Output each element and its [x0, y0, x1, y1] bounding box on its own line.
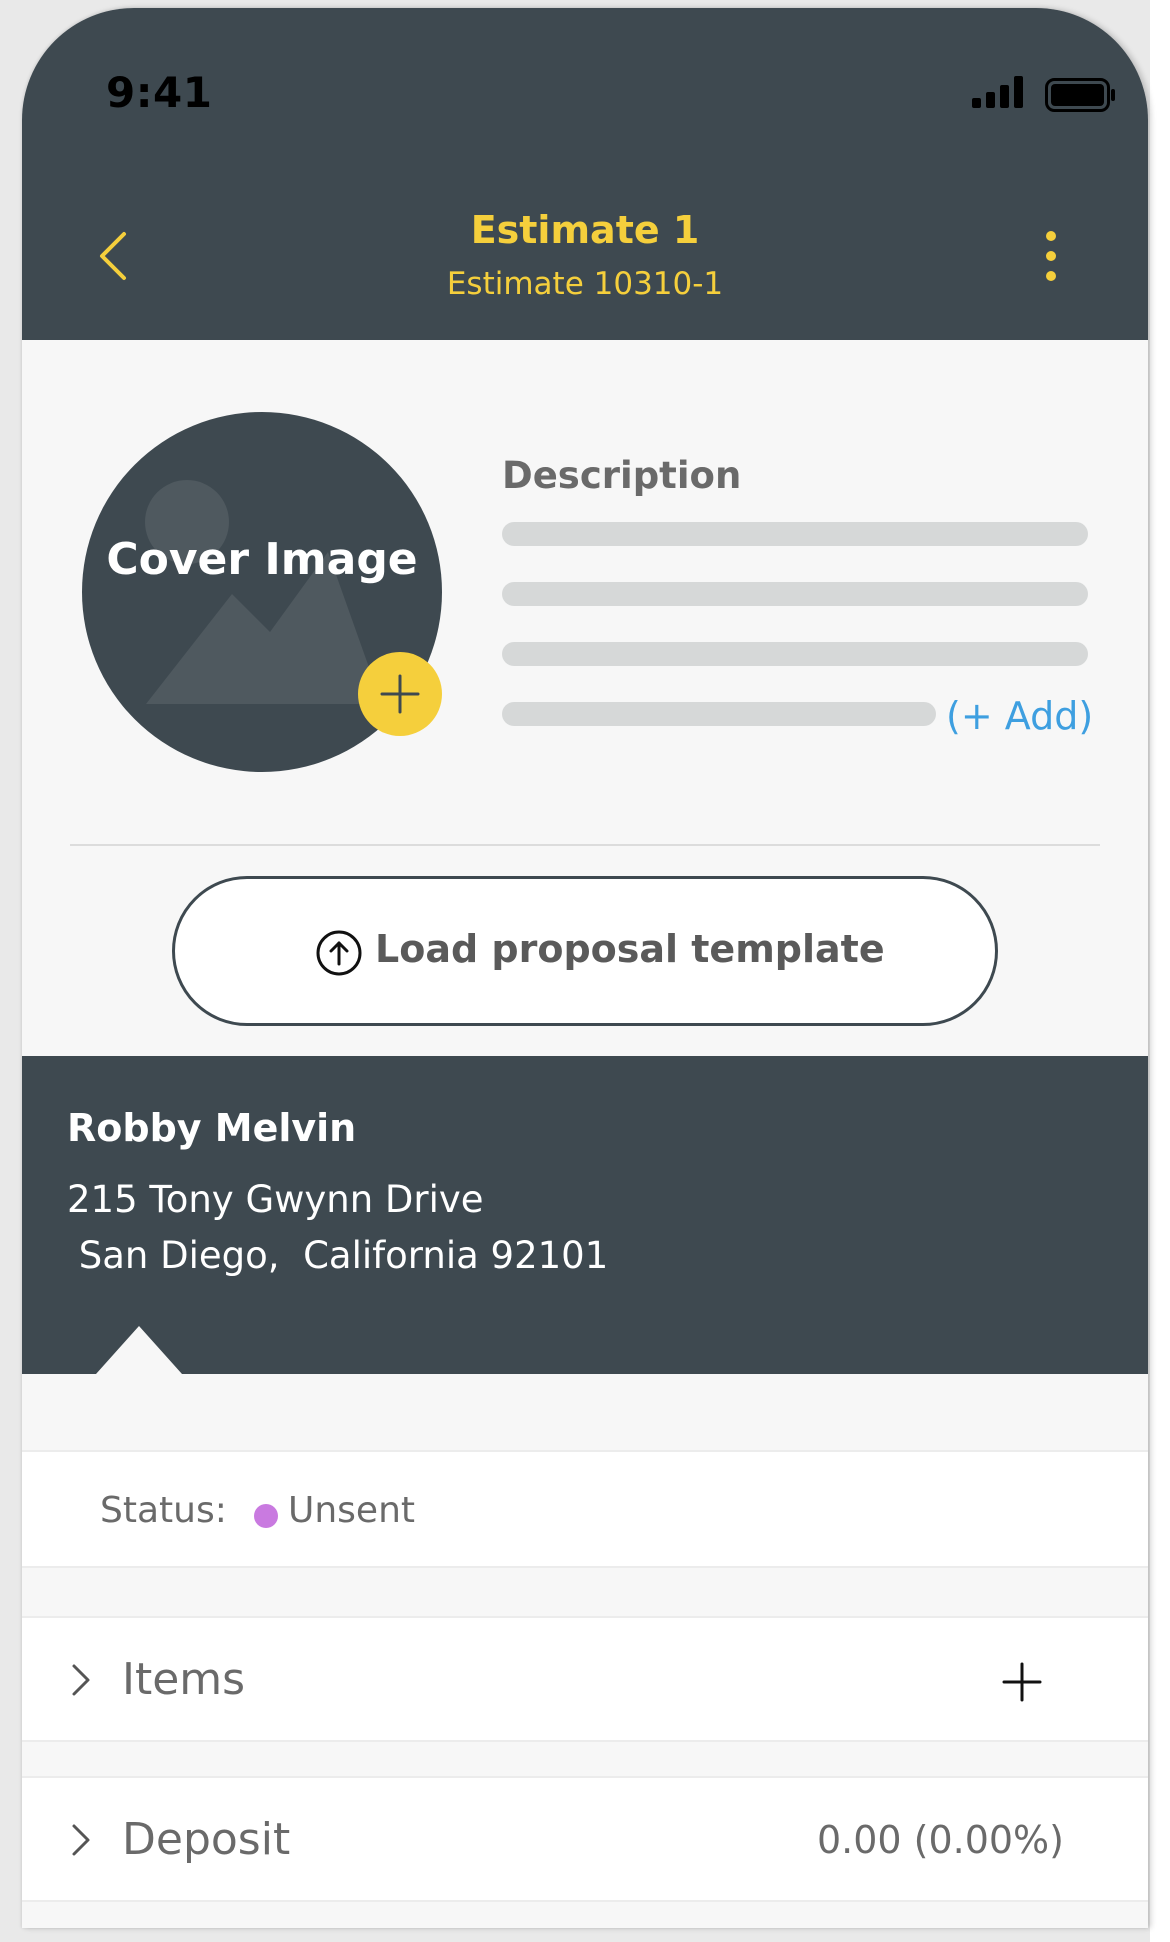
section-divider	[70, 844, 1100, 846]
status-value: Unsent	[288, 1490, 416, 1531]
status-row: Status: Unsent	[22, 1450, 1148, 1568]
app-header: 9:41 Estimate 1 Estimate 10310-1	[22, 8, 1148, 340]
load-proposal-template-button[interactable]: Load proposal template	[172, 876, 998, 1026]
cover-image-label: Cover Image	[106, 534, 418, 585]
client-address: 215 Tony Gwynn Drive San Diego, Californ…	[67, 1178, 609, 1277]
page-subtitle: Estimate 10310-1	[446, 266, 724, 302]
upload-circle-icon	[316, 930, 362, 976]
client-card: Robby Melvin 215 Tony Gwynn Drive San Di…	[22, 1056, 1148, 1374]
deposit-row[interactable]: Deposit 0.00 (0.00%)	[22, 1776, 1148, 1902]
load-proposal-template-label: Load proposal template	[375, 927, 885, 971]
status-indicator-dot	[254, 1504, 278, 1528]
description-placeholder-line	[502, 702, 936, 726]
description-placeholder-line	[502, 642, 1088, 666]
chevron-right-icon	[72, 1824, 90, 1856]
status-label: Status:	[100, 1490, 227, 1531]
battery-icon	[1045, 78, 1115, 112]
deposit-label: Deposit	[122, 1814, 291, 1865]
page-title: Estimate 1	[470, 208, 700, 252]
cellular-signal-icon	[972, 76, 1023, 108]
chevron-right-icon	[72, 1664, 90, 1696]
description-title: Description	[502, 454, 742, 497]
more-options-button[interactable]	[1036, 228, 1066, 284]
add-description-link[interactable]: (+ Add)	[946, 694, 1093, 738]
phone-screen: 9:41 Estimate 1 Estimate 10310-1 Cover I…	[22, 8, 1148, 1928]
page-background	[1150, 0, 1170, 1942]
items-row[interactable]: Items	[22, 1616, 1148, 1742]
card-pointer-notch	[96, 1326, 182, 1374]
deposit-value: 0.00 (0.00%)	[816, 1818, 1064, 1862]
add-item-plus-icon[interactable]	[1000, 1660, 1044, 1704]
client-name: Robby Melvin	[67, 1106, 357, 1150]
add-cover-image-button[interactable]	[358, 652, 442, 736]
description-placeholder-line	[502, 522, 1088, 546]
status-time: 9:41	[106, 68, 213, 117]
plus-icon	[380, 674, 420, 714]
description-placeholder-line	[502, 582, 1088, 606]
more-vertical-icon	[1046, 231, 1056, 281]
items-label: Items	[122, 1654, 246, 1705]
